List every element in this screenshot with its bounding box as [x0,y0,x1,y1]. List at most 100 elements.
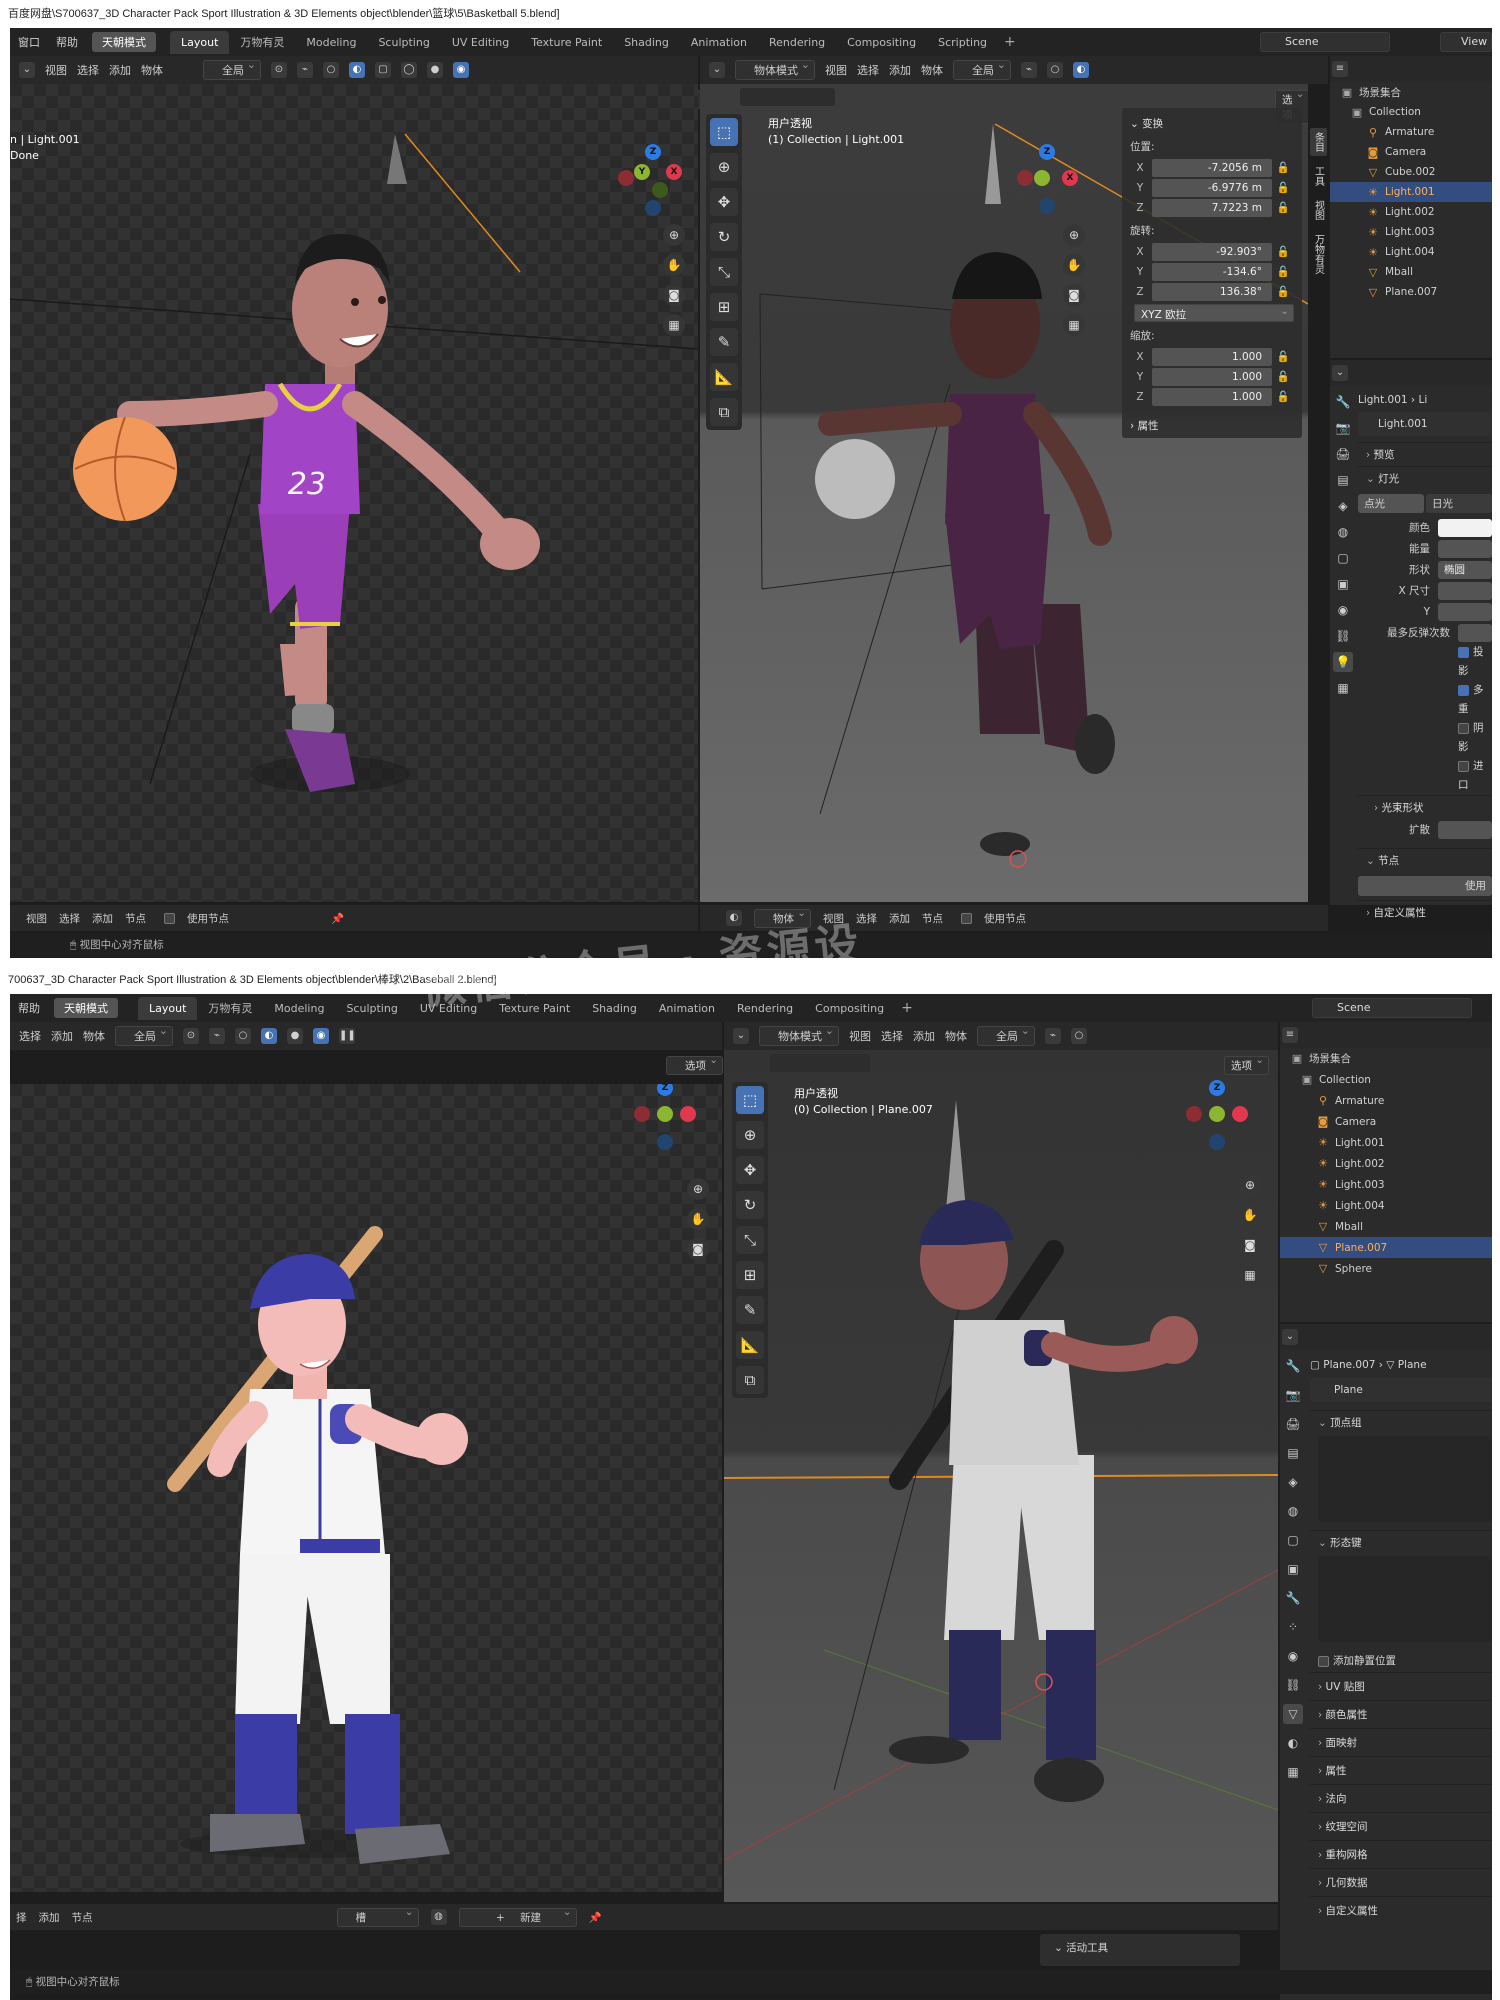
p2-material-tab-icon[interactable]: ◐ [1283,1733,1303,1753]
r2-orientation-dropdown[interactable]: 全局 [977,1024,1035,1046]
gizmo-neg-z-axis[interactable] [645,200,661,216]
r2-menu-select[interactable]: 选择 [881,1028,903,1044]
spread-row[interactable]: 扩散 [1358,819,1492,840]
lock-icon[interactable]: 🔓 [1272,350,1294,363]
add-cube-icon-2[interactable]: ⧉ [736,1366,764,1394]
lock-icon[interactable]: 🔓 [1272,285,1294,298]
multiple-importance-checkbox[interactable]: 多重 [1458,681,1492,719]
rot-y-row[interactable]: Y -134.6° 🔓 [1130,262,1294,281]
r2-editor-type-icon[interactable]: ⌄ [733,1028,749,1044]
menu-select[interactable]: 选择 [77,62,99,78]
tab-animation[interactable]: Animation [680,31,758,54]
material-browse-icon[interactable]: ◍ [430,1909,447,1925]
b2-menu-node[interactable]: 节点 [72,1910,93,1925]
p2-modifier-tab-icon[interactable]: 🔧 [1283,1588,1303,1608]
rot-z-row[interactable]: Z 136.38° 🔓 [1130,282,1294,301]
lock-icon[interactable]: 🔓 [1272,265,1294,278]
o2-item-light-002[interactable]: ☀ Light.002 [1280,1153,1492,1174]
overlay-icon[interactable]: ◐ [349,62,365,78]
b2-menu-select[interactable]: 择 [16,1910,27,1925]
render-tab-icon[interactable]: 📷 [1333,418,1353,438]
outliner-type-icon-2[interactable]: ≡ [1282,1027,1298,1043]
left-nav-gizmo[interactable]: Z Y X [618,144,688,216]
rot-x-field[interactable]: -92.903° [1152,242,1272,261]
r-pan-hand-icon[interactable]: ✋ [1063,254,1085,276]
l2-gizmo-neg-x[interactable] [634,1106,650,1122]
b2-menu-add[interactable]: 添加 [39,1910,60,1925]
proportional-icon-2[interactable]: ○ [235,1028,251,1044]
p2-physics-tab-icon[interactable]: ◉ [1283,1646,1303,1666]
o2-item-light-003[interactable]: ☀ Light.003 [1280,1174,1492,1195]
r2-camera-icon[interactable]: ◙ [1239,1234,1261,1256]
snap-icon[interactable]: ⌁ [297,62,313,78]
pivot-icon[interactable]: ⊙ [271,62,287,78]
o2-scene-collection[interactable]: ▣ 场景集合 [1280,1048,1492,1069]
scene-selector-2[interactable]: Scene [1312,998,1472,1018]
pivot-icon-2[interactable]: ⊙ [183,1028,199,1044]
remesh-section[interactable]: 重构网格 [1310,1840,1492,1868]
r2-ortho-grid-icon[interactable]: ▦ [1239,1264,1261,1286]
right-viewport-solid-2[interactable]: 选项 用户透视 (0) Collection | Plane.007 [724,1050,1278,1902]
use-nodes-button[interactable]: 使用 [1358,876,1492,896]
outliner-item-light-002[interactable]: ☀ Light.002 [1330,202,1492,222]
r2-menu-view[interactable]: 视图 [849,1028,871,1044]
properties-type-icon[interactable]: ⌄ [1332,365,1348,381]
portal-checkbox[interactable]: 进口 [1458,757,1492,795]
normals-section[interactable]: 法向 [1310,1784,1492,1812]
r2-proportional-icon[interactable]: ○ [1071,1028,1087,1044]
outliner-collection[interactable]: ▣ Collection [1330,102,1492,122]
r2-gizmo-x[interactable] [1232,1106,1248,1122]
lock-icon[interactable]: 🔓 [1272,161,1294,174]
color-swatch[interactable] [1438,518,1492,537]
constraints-tab-icon[interactable]: ⛓ [1333,626,1353,646]
select-box-icon-2[interactable]: ⬚ [736,1086,764,1114]
tab-modeling[interactable]: Modeling [295,31,367,54]
gizmo-z-axis[interactable]: Z [645,144,661,160]
editor-type-icon[interactable]: ⌄ [19,62,35,78]
zoom-icon[interactable]: ⊕ [663,224,685,246]
annotate-icon[interactable]: ✎ [710,328,738,356]
scene-tab-icon[interactable]: ◈ [1333,496,1353,516]
transform-icon-2[interactable]: ⊞ [736,1261,764,1289]
right-proportional-icon[interactable]: ○ [1047,62,1063,78]
shader-menu-node[interactable]: 节点 [125,911,146,926]
geometry-data-section[interactable]: 几何数据 [1310,1868,1492,1896]
scale-x-field[interactable]: 1.000 [1152,347,1272,366]
add-cube-icon[interactable]: ⧉ [710,398,738,426]
xray-icon[interactable]: ▢ [375,62,391,78]
gizmo-neg-y-axis[interactable] [652,182,668,198]
r-camera-icon[interactable]: ◙ [1063,284,1085,306]
r-gizmo-neg-z[interactable] [1039,198,1055,214]
properties-section-title[interactable]: › 属性 [1130,418,1294,433]
tab-rendering[interactable]: Rendering [758,31,836,54]
active-tool-panel[interactable]: ⌄ 活动工具 [1040,1934,1240,1966]
r-shader-menu-node[interactable]: 节点 [922,911,943,926]
outliner-item-light-004[interactable]: ☀ Light.004 [1330,242,1492,262]
camera-view-icon[interactable]: ◙ [663,284,685,306]
lock-icon[interactable]: 🔓 [1272,390,1294,403]
texture-space-section[interactable]: 纹理空间 [1310,1812,1492,1840]
sidebar-tab-view[interactable]: 视图 [1310,196,1327,224]
rotate-icon[interactable]: ↻ [710,223,738,251]
cursor-icon-2[interactable]: ⊕ [736,1121,764,1149]
loc-x-field[interactable]: -7.2056 m [1152,158,1272,177]
right-menu-select[interactable]: 选择 [857,62,879,78]
lock-icon[interactable]: 🔓 [1272,370,1294,383]
color-attributes-section[interactable]: 颜色属性 [1310,1700,1492,1728]
select-box-icon[interactable]: ⬚ [710,118,738,146]
scale-y-field[interactable]: 1.000 [1152,367,1272,386]
add-rest-position-checkbox[interactable]: 添加静置位置 [1310,1650,1492,1672]
overlay-icon-2[interactable]: ◐ [261,1028,277,1044]
shading-solid-icon-2[interactable]: ● [287,1028,303,1044]
sidebar-tab-item[interactable]: 条目 [1309,128,1327,156]
outliner-type-icon[interactable]: ≡ [1332,61,1348,77]
outliner-item-plane[interactable]: ▽ Plane.007 [1330,282,1492,302]
vertex-groups-section[interactable]: 顶点组 [1310,1410,1492,1434]
mode-pill-2[interactable]: 天朝模式 [54,998,118,1018]
r-gizmo-x[interactable]: X [1062,170,1078,186]
right-menu-object[interactable]: 物体 [921,62,943,78]
p2-constraints-tab-icon[interactable]: ⛓ [1283,1675,1303,1695]
right-menu-add[interactable]: 添加 [889,62,911,78]
right-orientation-dropdown[interactable]: 全局 [953,58,1011,80]
tab-compositing[interactable]: Compositing [836,31,927,54]
